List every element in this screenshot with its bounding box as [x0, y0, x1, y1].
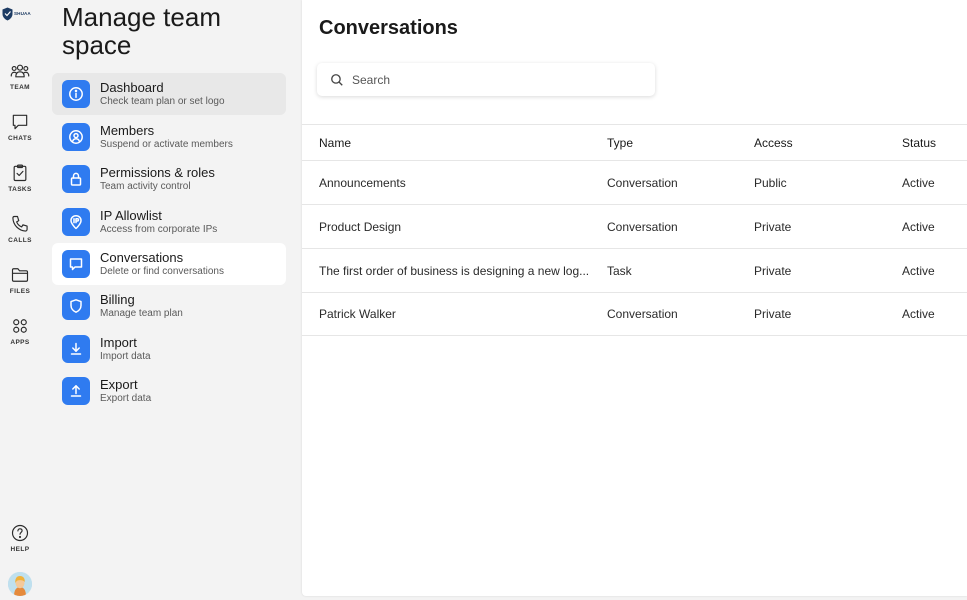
row-name: Announcements [319, 175, 406, 190]
rail-label-chats: CHATS [8, 135, 32, 142]
nav-label: Dashboard [100, 79, 164, 95]
rail-item-files[interactable]: FILES [0, 265, 40, 305]
row-status: Active [902, 219, 935, 234]
search-input[interactable] [352, 72, 642, 87]
page-title: Manage team space [62, 2, 221, 60]
rail-label-team: TEAM [9, 84, 30, 91]
nav-desc: Delete or find conversations [100, 265, 224, 277]
row-access: Private [754, 263, 792, 278]
tasks-icon [13, 164, 27, 182]
folder-icon [11, 268, 29, 282]
row-name: Product Design [319, 219, 402, 234]
nav-label: Permissions & roles [100, 164, 215, 180]
upload-icon [62, 377, 90, 405]
nav-desc: Team activity control [100, 180, 191, 192]
row-type: Conversation [607, 219, 678, 234]
nav-label: Billing [100, 291, 135, 307]
rail-label-help: HELP [10, 546, 30, 553]
row-name: The first order of business is designing… [319, 263, 589, 278]
nav-desc: Access from corporate IPs [100, 223, 218, 235]
help-icon [11, 524, 29, 542]
row-status: Active [902, 307, 935, 321]
rail-item-help[interactable]: HELP [0, 523, 40, 563]
column-header-name[interactable]: Name [319, 125, 589, 160]
panel-title: Conversations [319, 17, 458, 39]
ip-icon [62, 208, 90, 236]
lock-icon [62, 165, 90, 193]
row-access: Private [754, 307, 792, 321]
nav-item-ip-allowlist[interactable]: IP Allowlist Access from corporate IPs [52, 201, 286, 243]
chat-icon [12, 114, 28, 130]
column-header-type[interactable]: Type [607, 125, 737, 160]
nav-label: Members [100, 122, 155, 138]
nav-desc: Import data [100, 350, 151, 362]
info-icon [62, 80, 90, 108]
search-box[interactable] [317, 63, 655, 96]
download-icon [62, 335, 90, 363]
nav-item-import[interactable]: Import Import data [52, 328, 286, 370]
row-type: Task [607, 263, 632, 278]
row-type: Conversation [607, 175, 678, 190]
nav-label: Conversations [100, 249, 184, 265]
table-row[interactable]: Product Design Conversation Private Acti… [302, 204, 967, 248]
row-name: Patrick Walker [319, 307, 396, 321]
table-row[interactable]: The first order of business is designing… [302, 248, 967, 292]
nav-label: Import [100, 334, 137, 350]
nav-item-conversations[interactable]: Conversations Delete or find conversatio… [52, 243, 286, 285]
rail-label-calls: CALLS [8, 237, 32, 244]
nav-item-permissions[interactable]: Permissions & roles Team activity contro… [52, 158, 286, 200]
shield-logo-icon [2, 7, 13, 21]
table-header: Name Type Access Status [302, 124, 967, 160]
app-rail: SHUAA TEAM CHATS TASKS CALLS FILES APPS … [0, 0, 40, 600]
nav-desc: Manage team plan [100, 307, 183, 319]
nav-desc: Suspend or activate members [100, 138, 233, 150]
phone-icon [12, 215, 28, 232]
nav-item-members[interactable]: Members Suspend or activate members [52, 116, 286, 158]
conversations-table: Name Type Access Status Announcements Co… [302, 124, 967, 336]
app-window: SHUAA TEAM CHATS TASKS CALLS FILES APPS … [0, 0, 967, 600]
row-access: Public [754, 175, 787, 190]
conversations-panel: Conversations Name Type Access Status An… [302, 0, 967, 596]
column-header-status[interactable]: Status [902, 125, 962, 160]
chat-bubble-icon [62, 250, 90, 278]
nav-desc: Check team plan or set logo [100, 95, 225, 107]
brand-logo[interactable]: SHUAA [2, 6, 38, 22]
rail-item-team[interactable]: TEAM [0, 61, 40, 101]
rail-label-tasks: TASKS [8, 186, 32, 193]
column-header-access[interactable]: Access [754, 125, 874, 160]
search-icon [331, 73, 343, 86]
table-row[interactable]: Patrick Walker Conversation Private Acti… [302, 292, 967, 336]
row-access: Private [754, 219, 792, 234]
table-row[interactable]: Announcements Conversation Public Active [302, 160, 967, 204]
nav-item-dashboard[interactable]: Dashboard Check team plan or set logo [52, 73, 286, 115]
avatar[interactable] [8, 572, 32, 596]
user-avatar-icon [8, 572, 32, 596]
brand-name: SHUAA [14, 10, 31, 16]
nav-label: Export [100, 376, 138, 392]
nav-item-export[interactable]: Export Export data [52, 370, 286, 412]
nav-desc: Export data [100, 392, 152, 404]
shield-icon [62, 292, 90, 320]
apps-icon [13, 319, 27, 333]
nav-label: IP Allowlist [100, 207, 162, 223]
settings-nav: Manage team space Dashboard Check team p… [52, 0, 292, 600]
row-type: Conversation [607, 307, 678, 321]
row-status: Active [902, 175, 935, 190]
rail-item-apps[interactable]: APPS [0, 316, 40, 356]
rail-item-tasks[interactable]: TASKS [0, 163, 40, 203]
rail-item-calls[interactable]: CALLS [0, 214, 40, 254]
rail-label-files: FILES [9, 288, 31, 295]
row-status: Active [902, 263, 935, 278]
user-icon [62, 123, 90, 151]
nav-item-billing[interactable]: Billing Manage team plan [52, 285, 286, 327]
rail-item-chats[interactable]: CHATS [0, 112, 40, 152]
team-icon [10, 64, 30, 78]
rail-label-apps: APPS [10, 339, 30, 346]
